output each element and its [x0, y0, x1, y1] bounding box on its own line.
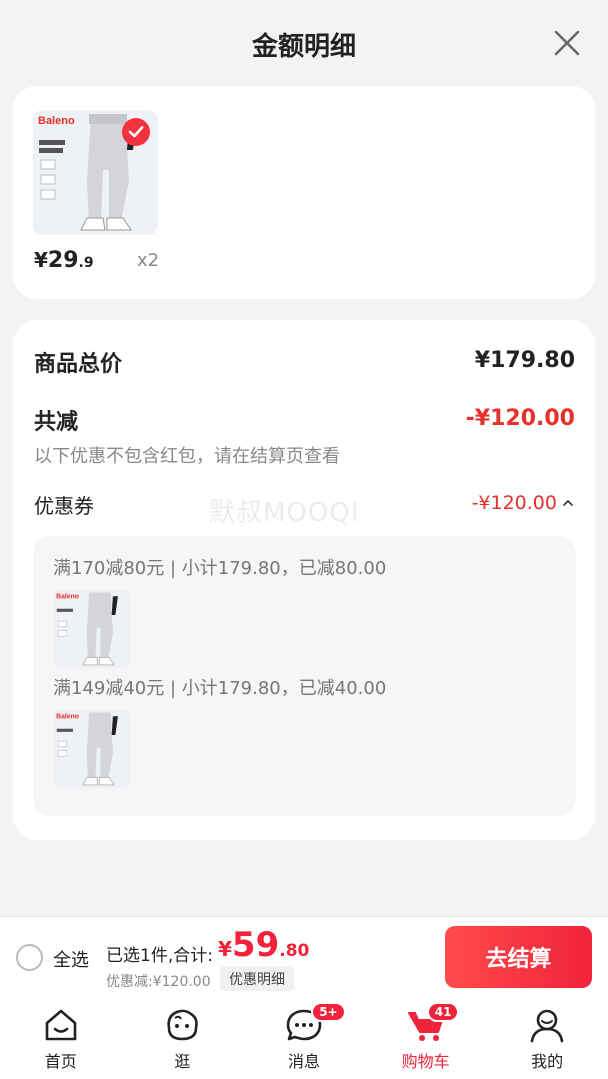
total-price: ¥59.80 — [218, 925, 309, 965]
pants-image-icon: Baleno — [53, 710, 131, 788]
tab-profile[interactable]: 我的 — [486, 1000, 608, 1079]
coupon-product-thumbnail: Baleno — [53, 710, 131, 788]
reduce-value: -¥120.00 — [465, 406, 575, 431]
price-currency: ¥ — [34, 248, 48, 272]
tab-home[interactable]: 首页 — [0, 1000, 122, 1079]
price-integer: 29 — [47, 248, 79, 273]
discount-summary: 优惠减:¥120.00 — [106, 974, 211, 990]
cart-badge: 41 — [426, 1002, 460, 1022]
coupon-toggle[interactable]: -¥120.00 — [472, 492, 575, 514]
product-price: ¥29.9 — [34, 248, 94, 273]
brand-logo: Baleno — [56, 594, 79, 601]
close-button[interactable] — [552, 28, 582, 58]
coupon-product-thumbnail: Baleno — [53, 590, 131, 668]
total-label: 商品总价 — [34, 352, 123, 377]
coupon-rule-line: 满149减40元 | 小计179.80，已减40.00 — [53, 678, 387, 699]
tab-label: 消息 — [287, 1052, 320, 1071]
select-all-radio[interactable] — [16, 944, 43, 971]
pants-image-icon: Baleno — [53, 590, 131, 668]
brand-logo: Baleno — [56, 714, 79, 721]
brand-logo: Baleno — [38, 115, 75, 127]
home-icon — [45, 1009, 77, 1041]
selected-count-text: 已选1件,合计: — [106, 946, 213, 966]
coupon-detail-box: 满170减80元 | 小计179.80，已减80.00 Baleno 满149减… — [33, 536, 576, 816]
tab-label: 购物车 — [401, 1052, 450, 1071]
discount-detail-button[interactable]: 优惠明细 — [220, 966, 294, 991]
tab-label: 逛 — [174, 1052, 191, 1071]
coupon-label: 优惠券 — [34, 494, 94, 518]
product-card: Baleno ¥29.9 x2 — [13, 86, 595, 299]
profile-icon — [530, 1009, 564, 1043]
total-currency: ¥ — [218, 937, 232, 961]
tab-label: 首页 — [44, 1052, 77, 1071]
price-summary-card: 商品总价 ¥179.80 共减 -¥120.00 以下优惠不包含红包，请在结算页… — [13, 320, 595, 840]
bottom-tab-bar: 首页 逛 5+ 消息 41 购物车 我的 — [0, 1000, 608, 1079]
smile-face-icon — [167, 1009, 199, 1041]
total-value: ¥179.80 — [474, 348, 575, 373]
chevron-up-icon — [563, 499, 573, 506]
sheet-header: 金额明细 — [0, 4, 608, 84]
selected-check-badge[interactable] — [122, 118, 150, 146]
total-integer: 59 — [231, 925, 280, 965]
message-badge: 5+ — [311, 1002, 346, 1022]
close-icon[interactable] — [553, 29, 581, 57]
reduce-label: 共减 — [34, 410, 79, 435]
checkout-bar: 全选 已选1件,合计: ¥59.80 优惠减:¥120.00 优惠明细 去结算 — [0, 916, 608, 1000]
amount-detail-sheet: 金额明细 Baleno ¥29.9 x2 商品总价 ¥179.80 共减 -¥1… — [0, 4, 608, 916]
select-all-label[interactable]: 全选 — [53, 946, 89, 972]
coupon-rule-line: 满170减80元 | 小计179.80，已减80.00 — [53, 558, 387, 579]
product-thumbnail[interactable]: Baleno — [33, 110, 158, 235]
tab-label: 我的 — [531, 1052, 564, 1071]
product-quantity: x2 — [137, 250, 160, 271]
sheet-title: 金额明细 — [251, 31, 356, 62]
tab-messages[interactable]: 5+ 消息 — [243, 1000, 365, 1079]
watermark: 默叔MOOQI — [209, 498, 360, 528]
coupon-value: -¥120.00 — [471, 492, 557, 514]
tab-cart[interactable]: 41 购物车 — [365, 1000, 487, 1079]
checkout-button[interactable]: 去结算 — [445, 926, 592, 988]
tab-browse[interactable]: 逛 — [122, 1000, 244, 1079]
discount-note: 以下优惠不包含红包，请在结算页查看 — [34, 446, 340, 467]
check-icon — [128, 126, 144, 138]
total-decimal: .80 — [279, 941, 310, 961]
price-decimal: .9 — [78, 255, 94, 271]
